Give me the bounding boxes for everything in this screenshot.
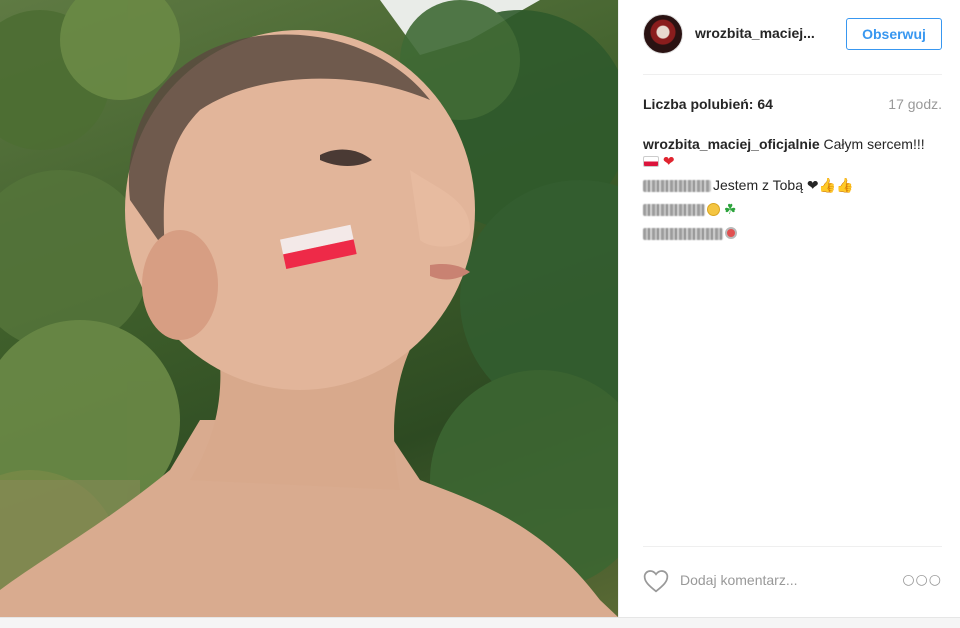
likes-count[interactable]: Liczba polubień: 64 — [643, 96, 773, 112]
thumbs-up-icon: 👍 — [836, 178, 854, 194]
post-header: wrozbita_maciej... Obserwuj — [643, 14, 942, 58]
red-heart-icon: ❤ — [662, 154, 675, 170]
more-options-icon[interactable]: ○○○ — [902, 572, 942, 588]
comment-list: wrozbita_maciej_oficjalnie Całym sercem!… — [643, 136, 946, 248]
post-side-panel: wrozbita_maciej... Obserwuj Liczba polub… — [618, 0, 960, 617]
comment-username[interactable]: wrozbita_maciej_oficjalnie — [643, 136, 820, 152]
comment-text: Całym sercem!!! — [823, 136, 925, 152]
follow-button[interactable]: Obserwuj — [846, 18, 942, 50]
comment-text: Jestem z Tobą — [713, 177, 804, 193]
four-leaf-clover-icon: ☘ — [723, 202, 737, 218]
comment-item — [643, 225, 946, 242]
header-divider — [643, 74, 942, 75]
poland-flag-icon — [643, 156, 659, 167]
heart-outline-icon[interactable] — [643, 569, 669, 593]
heart-icon: ❤ — [806, 178, 819, 194]
smiley-icon — [707, 203, 720, 216]
thumbs-up-icon: 👍 — [818, 178, 837, 194]
comment-username-blurred[interactable] — [643, 180, 711, 193]
comment-item: Jestem z Tobą ❤👍👍 — [643, 177, 946, 195]
post-time[interactable]: 17 godz. — [888, 96, 942, 112]
post-photo[interactable] — [0, 0, 618, 617]
likes-row: Liczba polubień: 64 17 godz. — [643, 96, 942, 116]
photo-illustration — [0, 0, 618, 617]
comment-divider — [643, 546, 942, 547]
target-icon — [725, 227, 737, 239]
add-comment-input[interactable]: Dodaj komentarz... — [680, 572, 798, 588]
comment-bar: Dodaj komentarz... ○○○ — [643, 566, 942, 596]
page-bottom-strip — [0, 617, 960, 628]
comment-username-blurred[interactable] — [643, 204, 705, 217]
comment-item: ☘ — [643, 201, 946, 219]
post-username[interactable]: wrozbita_maciej... — [695, 25, 815, 41]
comment-item: wrozbita_maciej_oficjalnie Całym sercem!… — [643, 136, 946, 171]
profile-avatar[interactable] — [643, 14, 683, 54]
comment-username-blurred[interactable] — [643, 228, 723, 241]
instagram-post: wrozbita_maciej... Obserwuj Liczba polub… — [0, 0, 960, 617]
